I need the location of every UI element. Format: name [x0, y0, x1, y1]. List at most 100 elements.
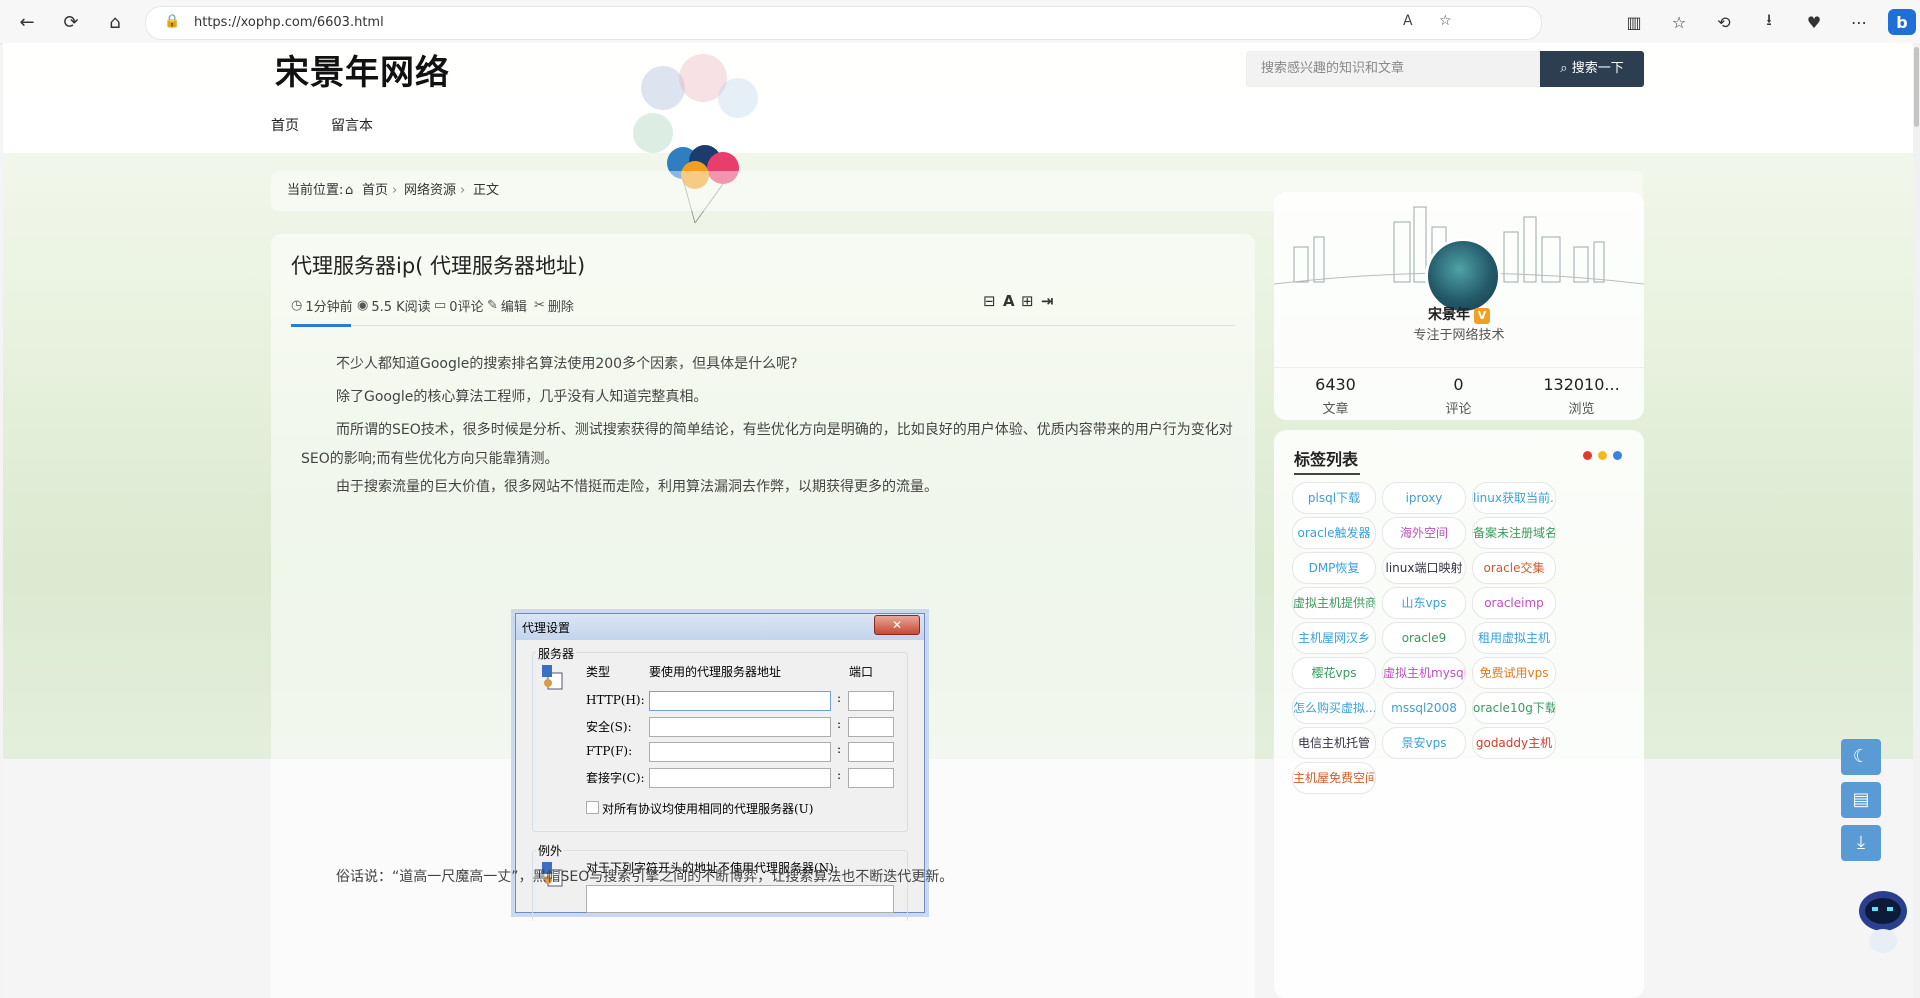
tag-item[interactable]: oracle触发器 [1292, 517, 1376, 549]
address-bar[interactable]: 🔒 https://xophp.com/6603.html A ☆ [145, 6, 1542, 40]
search-input[interactable]: 搜索感兴趣的知识和文章 [1246, 51, 1540, 87]
tag-item[interactable]: oracleimp [1472, 587, 1556, 619]
tag-item[interactable]: 怎么购买虚拟... [1292, 692, 1376, 724]
delete-icon: ✂ [534, 298, 545, 313]
verified-badge: V [1474, 308, 1490, 324]
article-card: 代理服务器ip( 代理服务器地址) ◷ 1分钟前 ◉ 5.5 K阅读 ▭ 0评论 ✎ 编… [271, 234, 1255, 998]
tag-item[interactable]: 虚拟主机mysql [1382, 657, 1466, 689]
tag-item[interactable]: godaddy主机 [1472, 727, 1556, 759]
url-text: https://xophp.com/6603.html [194, 15, 384, 30]
chevron-right-icon: › [392, 183, 398, 198]
page-content: 宋景年网络 搜索感兴趣的知识和文章 ⌕ 搜索一下 首页 留言本 当前位置: ⌂ … [3, 43, 1913, 998]
meta-time-text: 1分钟前 [305, 300, 353, 315]
tag-item[interactable]: 主机屋免费空间 [1292, 762, 1376, 794]
stat-views-num: 132010... [1543, 375, 1620, 394]
font-larger-icon[interactable]: ⊞ [1021, 292, 1034, 310]
refresh-icon[interactable]: ⟳ [58, 9, 84, 35]
window-dots [1583, 451, 1622, 460]
scrollbar-thumb[interactable] [1914, 47, 1919, 127]
socks-port-field [848, 768, 894, 788]
lock-icon: 🔒 [164, 14, 181, 29]
nav-home[interactable]: 首页 [271, 115, 299, 135]
split-screen-icon[interactable]: ▥ [1620, 9, 1648, 35]
comment-button[interactable]: ▤ [1841, 782, 1881, 818]
home-icon[interactable]: ⌂ [102, 9, 128, 35]
row-http-label: HTTP(H): [586, 693, 645, 707]
row-ftp-label: FTP(F): [586, 744, 633, 758]
meta-time: ◷ 1分钟前 [291, 296, 353, 315]
paragraph: 而所谓的SEO技术，很多时候是分析、测试搜索获得的简单结论，有些优化方向是明确的… [301, 422, 1233, 467]
tag-item[interactable]: 备案未注册域名 [1472, 517, 1556, 549]
tag-item[interactable]: oracle交集 [1472, 552, 1556, 584]
yellow-dot-icon [1598, 451, 1607, 460]
exceptions-group-label: 例外 [536, 842, 565, 859]
favorites-icon[interactable]: ☆ [1665, 9, 1693, 35]
tag-item[interactable]: oracle10g下载 [1472, 692, 1556, 724]
paragraph: 不少人都知道Google的搜索排名算法使用200多个因素，但具体是什么呢? [336, 356, 798, 372]
tag-item[interactable]: oracle9 [1382, 622, 1466, 654]
tag-item[interactable]: 免费试用vps [1472, 657, 1556, 689]
stat-comments-label: 评论 [1445, 402, 1472, 417]
paragraph: 除了Google的核心算法工程师，几乎没有人知道完整真相。 [336, 389, 708, 405]
colon: : [837, 742, 842, 756]
search-button[interactable]: ⌕ 搜索一下 [1540, 51, 1644, 87]
blue-dot-icon [1613, 451, 1622, 460]
downloads-icon[interactable]: ⭳ [1755, 9, 1783, 35]
site-header: 宋景年网络 搜索感兴趣的知识和文章 ⌕ 搜索一下 首页 留言本 [3, 43, 1913, 153]
download-button[interactable]: ⤓ [1841, 825, 1881, 861]
tag-item[interactable]: 景安vps [1382, 727, 1466, 759]
col-port: 端口 [849, 665, 874, 679]
meta-comments-text: 0评论 [449, 300, 484, 315]
comment-icon: ▭ [434, 298, 447, 313]
stat-views: 132010... 浏览 [1520, 375, 1643, 417]
http-port-field [848, 691, 894, 711]
tag-item[interactable]: 虚拟主机提供商 [1292, 587, 1376, 619]
history-icon[interactable]: ⟲ [1710, 9, 1738, 35]
author-desc: 专注于网络技术 [1413, 328, 1505, 343]
edit-link[interactable]: ✎ 编辑 [487, 296, 527, 315]
tag-item[interactable]: DMP恢复 [1292, 552, 1376, 584]
meta-divider-accent [291, 324, 351, 327]
font-smaller-icon[interactable]: ⊟ [983, 292, 996, 310]
fullscreen-icon[interactable]: ⇥ [1041, 292, 1054, 310]
copilot-icon[interactable]: b [1888, 9, 1916, 35]
chevron-right-icon: › [460, 183, 466, 198]
tag-item[interactable]: 电信主机托管 [1292, 727, 1376, 759]
page-scrollbar[interactable] [1913, 43, 1920, 998]
tag-item[interactable]: 主机屋网汉乡 [1292, 622, 1376, 654]
edit-icon: ✎ [487, 298, 498, 313]
robot-mascot-icon[interactable] [1853, 883, 1913, 963]
more-icon[interactable]: ⋯ [1845, 9, 1873, 35]
colon: : [837, 768, 842, 782]
tag-item[interactable]: 山东vps [1382, 587, 1466, 619]
stat-articles-label: 文章 [1322, 402, 1349, 417]
site-logo[interactable]: 宋景年网络 [275, 45, 450, 94]
meta-comments[interactable]: ▭ 0评论 [434, 296, 484, 315]
night-mode-button[interactable]: ☾ [1841, 739, 1881, 775]
performance-icon[interactable]: ♥ [1800, 9, 1828, 35]
socks-address-field [649, 768, 831, 788]
dialog-title: 代理设置 [522, 621, 571, 635]
back-icon[interactable]: ← [14, 9, 40, 35]
delete-link[interactable]: ✂ 删除 [534, 296, 574, 315]
tag-item[interactable]: mssql2008 [1382, 692, 1466, 724]
favorite-star-icon[interactable]: ☆ [1439, 13, 1452, 29]
breadcrumb-home[interactable]: 首页 [362, 171, 388, 211]
tag-item[interactable]: 樱花vps [1292, 657, 1376, 689]
tag-item[interactable]: 租用虚拟主机 [1472, 622, 1556, 654]
same-proxy-label: 对所有协议均使用相同的代理服务器(U) [602, 802, 814, 816]
breadcrumb-category[interactable]: 网络资源 [404, 171, 456, 211]
tag-title-underline [1294, 473, 1360, 475]
font-size-icon[interactable]: A [1003, 292, 1015, 310]
read-aloud-icon[interactable]: A [1403, 13, 1413, 29]
nav-guestbook[interactable]: 留言本 [331, 115, 373, 135]
tag-item[interactable]: linux获取当前... [1472, 482, 1556, 514]
paragraph: 由于搜索流量的巨大价值，很多网站不惜挺而走险，利用算法漏洞去作弊，以期获得更多的… [336, 479, 938, 495]
tag-item[interactable]: plsql下载 [1292, 482, 1376, 514]
avatar[interactable] [1425, 238, 1501, 314]
tag-item[interactable]: 海外空间 [1382, 517, 1466, 549]
dialog-titlebar [516, 614, 924, 640]
tag-item[interactable]: iproxy [1382, 482, 1466, 514]
tag-item[interactable]: linux端口映射 [1382, 552, 1466, 584]
article-title: 代理服务器ip( 代理服务器地址) [291, 254, 586, 278]
